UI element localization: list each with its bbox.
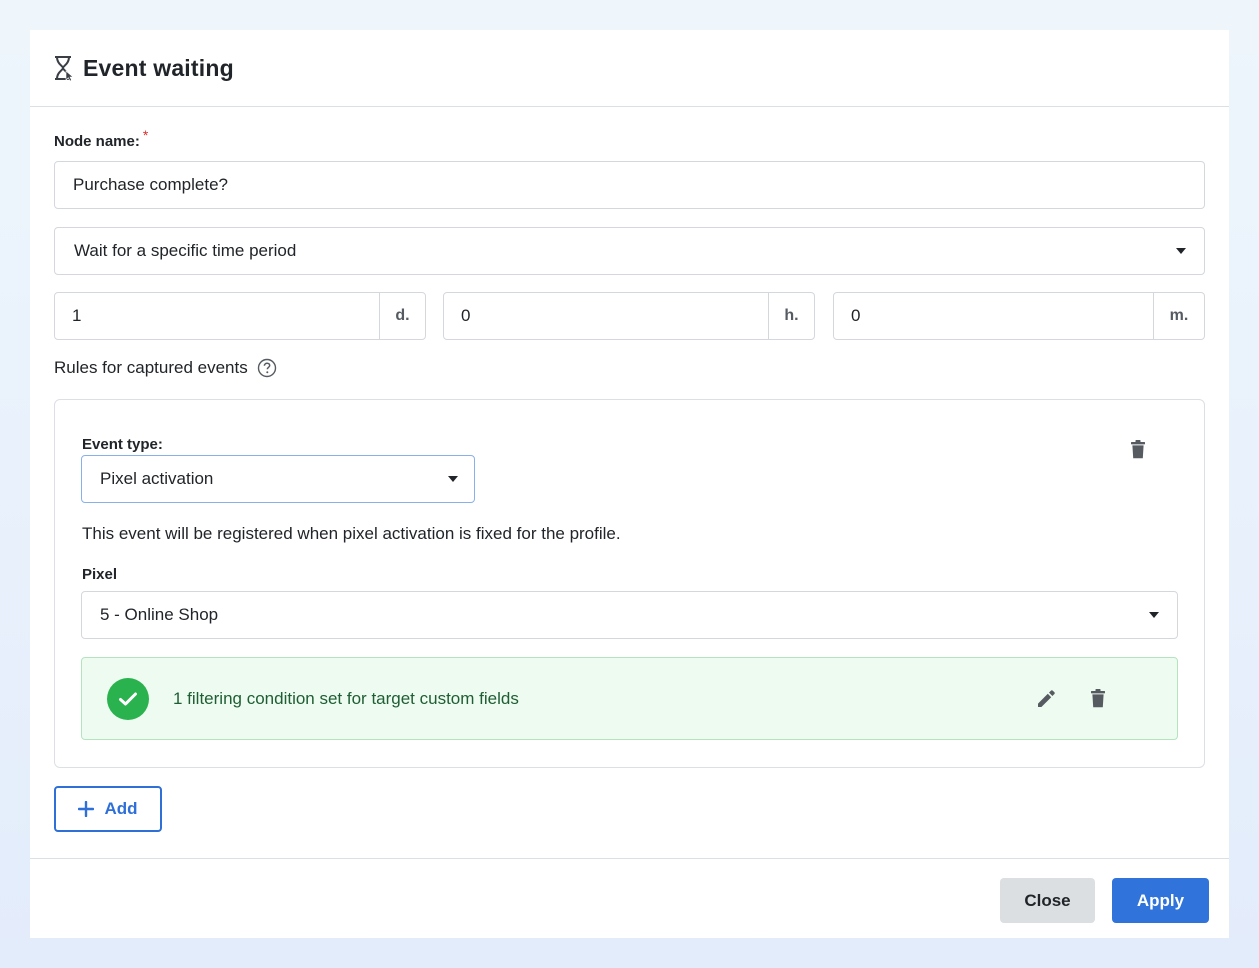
event-type-value: Pixel activation: [100, 469, 214, 488]
filter-condition-text: 1 filtering condition set for target cus…: [173, 689, 519, 708]
node-name-label-row: Node name: *: [54, 127, 148, 151]
trash-icon[interactable]: [1090, 689, 1106, 708]
rule-card: Event type: Pixel activation This event …: [54, 399, 1205, 768]
hours-input[interactable]: 0 h.: [443, 292, 815, 340]
wait-mode-value: Wait for a specific time period: [74, 241, 297, 260]
trash-icon[interactable]: [1130, 440, 1146, 459]
event-type-label: Event type:: [82, 436, 163, 453]
pencil-icon[interactable]: [1037, 689, 1056, 708]
close-button[interactable]: Close: [1000, 878, 1095, 923]
dialog-body: Node name: * Purchase complete? Wait for …: [30, 107, 1229, 859]
dialog-header: Event waiting: [30, 30, 1229, 107]
node-name-value: Purchase complete?: [73, 175, 228, 194]
event-waiting-dialog: Event waiting Node name: * Purchase compl…: [30, 30, 1229, 938]
minutes-value: 0: [851, 306, 861, 325]
dialog-title: Event waiting: [83, 54, 234, 81]
pixel-select[interactable]: 5 - Online Shop: [81, 591, 1178, 639]
rules-heading: Rules for captured events: [54, 358, 277, 378]
rules-title: Rules for captured events: [54, 358, 248, 377]
days-value: 1: [72, 306, 82, 325]
plus-icon: [78, 801, 95, 817]
required-mark: *: [142, 127, 149, 143]
dialog-footer: Close Apply: [30, 858, 1229, 938]
days-input[interactable]: 1 d.: [54, 292, 426, 340]
hourglass-icon: [53, 55, 75, 81]
minutes-input[interactable]: 0 m.: [833, 292, 1205, 340]
caret-down-icon: [448, 476, 458, 482]
caret-down-icon: [1149, 612, 1159, 618]
apply-button[interactable]: Apply: [1112, 878, 1209, 923]
caret-down-icon: [1176, 248, 1186, 254]
pixel-label: Pixel: [82, 566, 118, 583]
node-name-label: Node name:: [54, 133, 140, 150]
event-description: This event will be registered when pixel…: [82, 524, 621, 543]
event-type-select[interactable]: Pixel activation: [81, 455, 475, 503]
question-circle-icon[interactable]: [257, 358, 277, 378]
days-unit: d.: [379, 293, 425, 339]
wait-mode-select[interactable]: Wait for a specific time period: [54, 227, 1205, 275]
hours-value: 0: [461, 306, 471, 325]
node-name-input[interactable]: Purchase complete?: [54, 161, 1205, 209]
pixel-value: 5 - Online Shop: [100, 605, 219, 624]
minutes-unit: m.: [1153, 293, 1204, 339]
apply-label: Apply: [1136, 890, 1185, 910]
add-rule-button[interactable]: Add: [54, 786, 162, 832]
hours-unit: h.: [768, 293, 814, 339]
check-circle-icon: [107, 678, 149, 720]
close-label: Close: [1024, 890, 1071, 910]
filter-condition-banner: 1 filtering condition set for target cus…: [81, 657, 1178, 740]
add-label: Add: [104, 799, 138, 818]
